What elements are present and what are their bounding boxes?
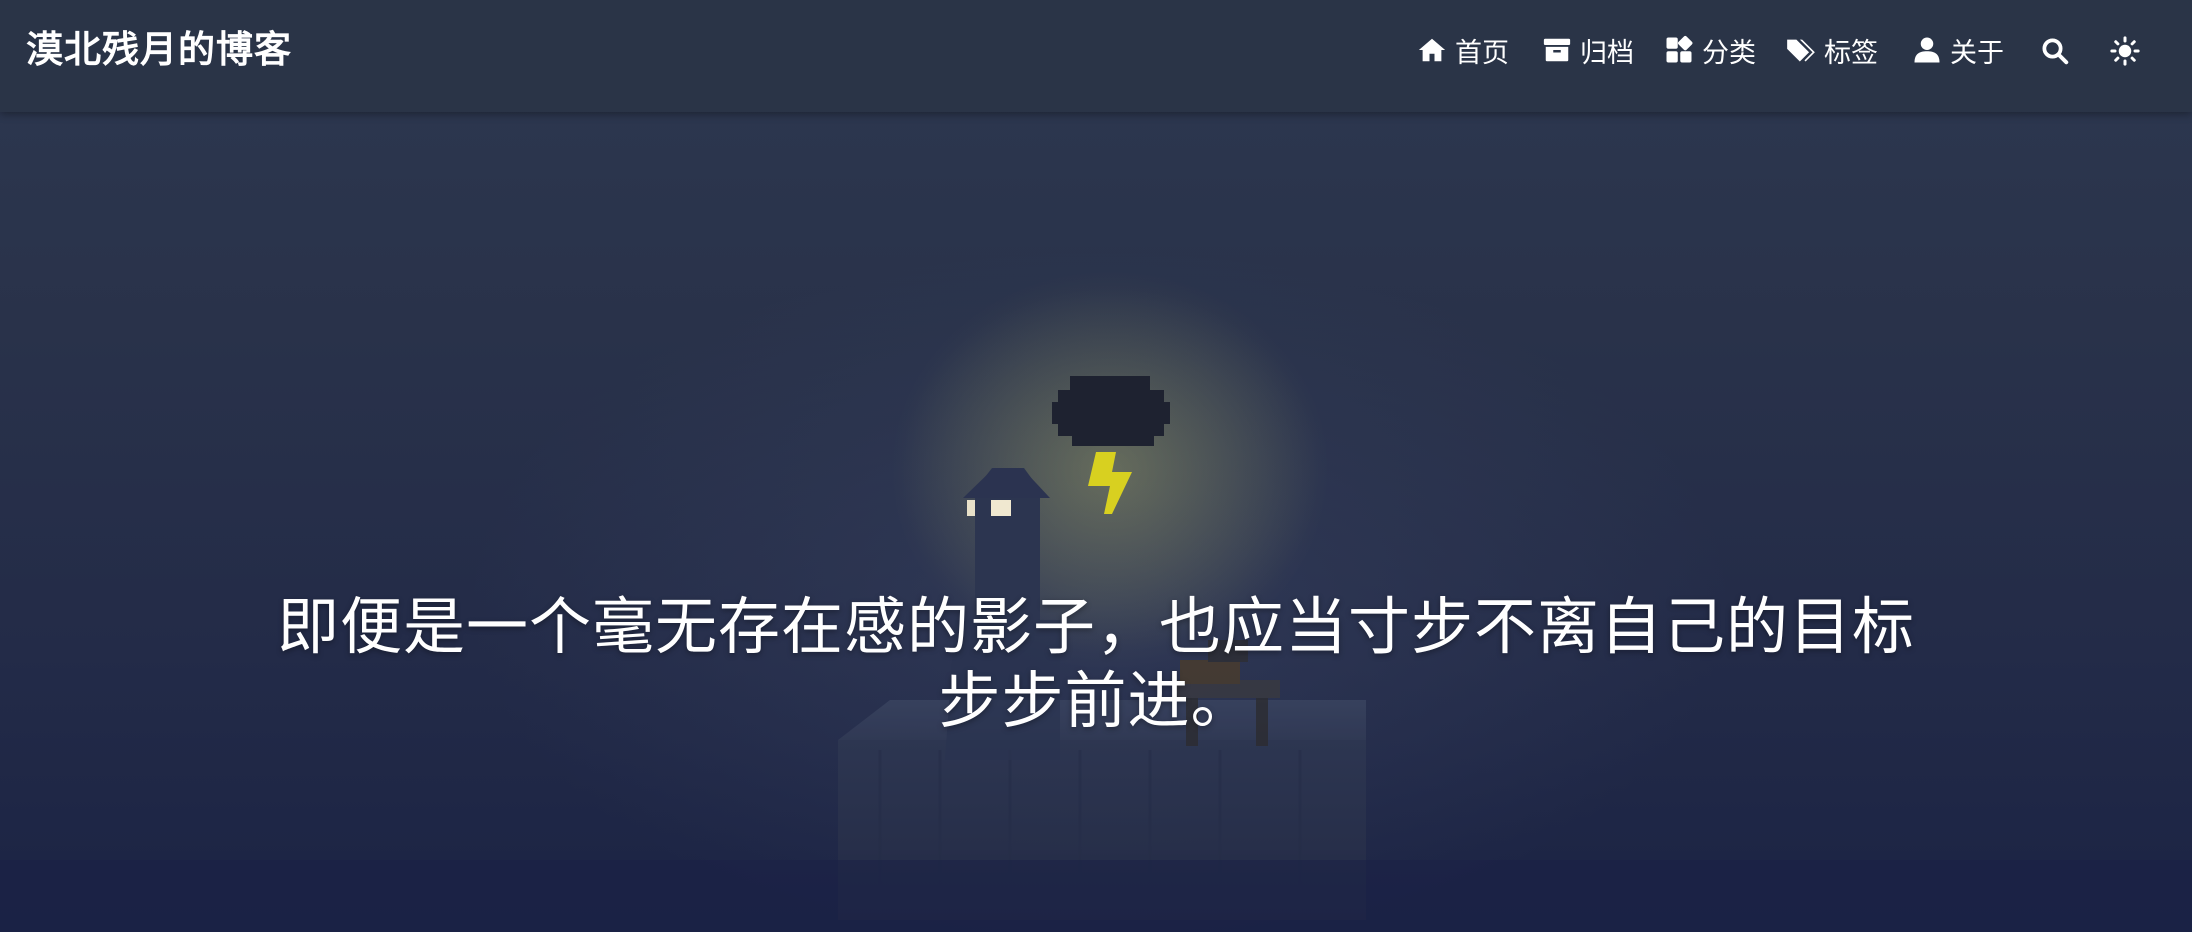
nav-item-label: 归档: [1580, 37, 1634, 69]
home-icon: [1418, 38, 1446, 62]
nav-item-label: 首页: [1455, 37, 1509, 69]
slogan-line-2: 步步前进。: [938, 664, 1254, 737]
hero-illustration: [0, 270, 2192, 932]
archive-icon: [1543, 38, 1571, 62]
page: 漠北残月的博客 首页 归档 分类 标签 关于 即便是一个毫无存在感的影子，也应当…: [0, 0, 2192, 932]
nav-item-about[interactable]: 关于: [1912, 30, 2004, 70]
nav-item-archive[interactable]: 归档: [1542, 30, 1634, 70]
water: [0, 860, 2192, 932]
top-navbar: 漠北残月的博客 首页 归档 分类 标签 关于: [0, 0, 2192, 112]
user-icon: [1914, 37, 1940, 63]
sun-icon: [2110, 36, 2140, 66]
tags-icon: [1787, 39, 1815, 62]
slogan-line-1: 即便是一个毫无存在感的影子，也应当寸步不离自己的目标: [276, 590, 1915, 663]
nav-item-home[interactable]: 首页: [1417, 30, 1509, 70]
hero-slogan: 即便是一个毫无存在感的影子，也应当寸步不离自己的目标 步步前进。: [196, 590, 1996, 738]
nav-item-label: 分类: [1702, 37, 1756, 69]
hero-banner: [0, 0, 2192, 932]
nav-item-category[interactable]: 分类: [1664, 30, 1756, 70]
nav-item-label: 标签: [1824, 37, 1878, 69]
site-title[interactable]: 漠北残月的博客: [26, 26, 292, 74]
nav-item-tags[interactable]: 标签: [1786, 30, 1878, 70]
category-icon: [1666, 35, 1693, 63]
search-button[interactable]: [2037, 33, 2073, 69]
nav-item-label: 关于: [1950, 37, 2004, 69]
theme-toggle-button[interactable]: [2107, 33, 2143, 69]
search-icon: [2042, 38, 2069, 65]
